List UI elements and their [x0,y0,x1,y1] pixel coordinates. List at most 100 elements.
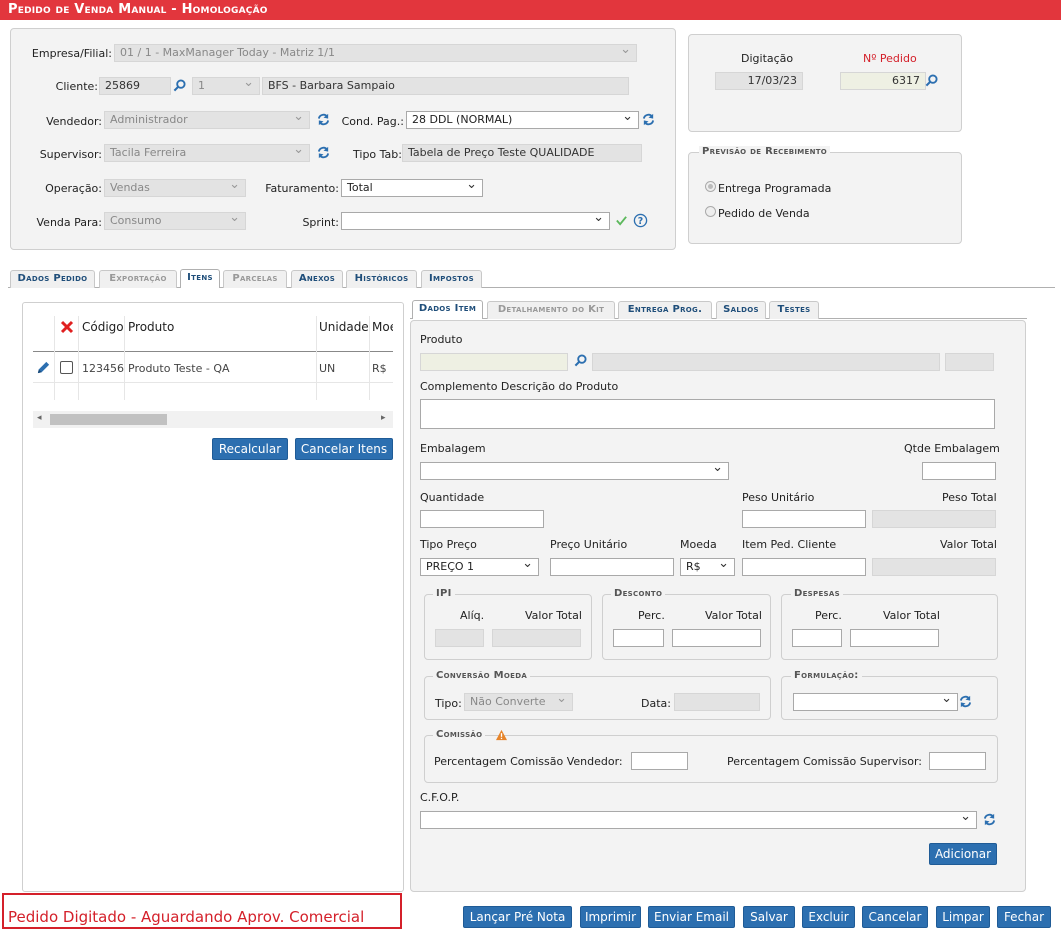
warning-icon [495,729,508,741]
cliente-code-field[interactable]: 25869 [99,77,171,95]
supervisor-label: Supervisor: [39,148,102,161]
recalcular-button[interactable]: Recalcular [212,438,288,460]
ipi-legend: IPI [433,588,455,599]
previsao-legend: Previsão de Recebimento [699,146,831,157]
tab-saldos[interactable]: Saldos [716,301,766,319]
cancelar-itens-button[interactable]: Cancelar Itens [295,438,393,460]
pedido-field: 6317 [840,72,926,90]
pedido-search-icon[interactable] [925,74,938,87]
tab-itens[interactable]: Itens [180,269,220,288]
salvar-button[interactable]: Salvar [743,906,795,928]
moeda-label: Moeda [680,538,717,551]
tab-exportacao[interactable]: Exportação [99,270,177,288]
desconto-fieldset [602,594,771,660]
help-icon[interactable]: ? [633,213,648,228]
produto-search-icon[interactable] [574,354,587,367]
desconto-valor-total-field[interactable] [672,629,761,647]
conversao-tipo-select[interactable]: Não Converte [464,693,573,711]
vendedor-select[interactable]: Administrador [104,111,310,129]
ipi-aliq-label: Alíq. [460,609,485,622]
col-produto[interactable]: Produto [128,320,174,334]
empresa-select[interactable]: 01 / 1 - MaxManager Today - Matriz 1/1 [114,44,637,62]
cfop-refresh-icon[interactable] [983,813,996,826]
supervisor-refresh-icon[interactable] [317,146,330,159]
ipi-aliq-field [435,629,484,647]
produto-label: Produto [420,333,463,346]
imprimir-button[interactable]: Imprimir [580,906,641,928]
ipi-valor-total-field [492,629,581,647]
tab-dados-pedido[interactable]: Dados Pedido [10,270,95,288]
produto-code-field[interactable] [420,353,568,371]
sprint-select[interactable] [341,212,610,230]
tab-entrega-prog[interactable]: Entrega Prog. [618,301,712,319]
despesas-fieldset [781,594,998,660]
table-row-divider [33,382,393,383]
produto-desc-field [592,353,940,371]
desconto-perc-field[interactable] [613,629,664,647]
tipo-preco-select[interactable]: PREÇO 1 [420,558,539,576]
operacao-select[interactable]: Vendas [104,179,246,197]
cond-pag-select[interactable]: 28 DDL (NORMAL) [406,111,639,129]
row-codigo: 123456 [82,362,124,375]
entrega-programada-radio[interactable] [705,181,716,192]
comissao-supervisor-field[interactable] [929,752,986,770]
despesas-perc-field[interactable] [792,629,842,647]
supervisor-select[interactable]: Tacila Ferreira [104,144,310,162]
delete-all-icon[interactable] [60,320,74,334]
conversao-data-field [674,693,760,711]
vendedor-refresh-icon[interactable] [317,113,330,126]
enviar-email-button[interactable]: Enviar Email [648,906,735,928]
excluir-button[interactable]: Excluir [802,906,855,928]
qtde-embalagem-field[interactable] [922,462,996,480]
tab-parcelas[interactable]: Parcelas [223,270,287,288]
scroll-left-icon[interactable]: ◂ [37,413,42,423]
complemento-textarea[interactable] [420,399,995,429]
edit-pencil-icon[interactable] [36,360,51,375]
desconto-legend: Desconto [611,588,666,599]
limpar-button[interactable]: Limpar [936,906,990,928]
formulacao-refresh-icon[interactable] [959,695,972,708]
tab-dados-item[interactable]: Dados Item [412,300,483,319]
moeda-select[interactable]: R$ [680,558,735,576]
fechar-button[interactable]: Fechar [997,906,1051,928]
tab-impostos[interactable]: Impostos [421,270,482,288]
preco-unitario-field[interactable] [550,558,674,576]
despesas-valor-total-field[interactable] [850,629,939,647]
tab-detalhamento-kit[interactable]: Detalhamento do Kit [487,301,615,319]
faturamento-label: Faturamento: [265,182,339,195]
col-unidade[interactable]: Unidade [319,320,369,334]
quantidade-field[interactable] [420,510,544,528]
faturamento-select[interactable]: Total [341,179,483,197]
scroll-right-icon[interactable]: ▸ [381,413,386,423]
cliente-seq-select[interactable]: 1 [192,77,260,95]
cond-pag-refresh-icon[interactable] [642,113,655,126]
lancar-pre-nota-button[interactable]: Lançar Pré Nota [463,906,572,928]
pedido-venda-radio[interactable] [705,206,716,217]
tab-testes[interactable]: Testes [769,301,819,319]
venda-para-select[interactable]: Consumo [104,212,246,230]
peso-unitario-field[interactable] [742,510,866,528]
item-ped-cliente-field[interactable] [742,558,866,576]
digitacao-label: Digitação [741,52,794,65]
tipo-tab-label: Tipo Tab: [353,148,402,161]
formulacao-select[interactable] [793,693,958,711]
entrega-programada-label: Entrega Programada [718,182,832,195]
adicionar-button[interactable]: Adicionar [929,843,997,865]
previsao-fieldset [688,152,962,244]
cfop-select[interactable] [420,811,977,829]
cliente-search-icon[interactable] [173,79,186,92]
tab-historicos[interactable]: Históricos [346,270,417,288]
tab-anexos[interactable]: Anexos [291,270,343,288]
comissao-vendedor-field[interactable] [631,752,688,770]
scrollbar-thumb[interactable] [50,414,167,425]
col-moeda[interactable]: Moe [372,320,393,334]
embalagem-select[interactable] [420,462,729,480]
col-codigo[interactable]: Código [82,320,124,334]
conversao-data-label: Data: [641,697,671,710]
row-checkbox[interactable] [60,361,73,374]
empresa-label: Empresa/Filial: [31,47,112,60]
check-icon [616,216,627,226]
cancelar-button[interactable]: Cancelar [862,906,928,928]
conversao-tipo-label: Tipo: [435,697,462,710]
status-text: Pedido Digitado - Aguardando Aprov. Come… [8,908,365,926]
